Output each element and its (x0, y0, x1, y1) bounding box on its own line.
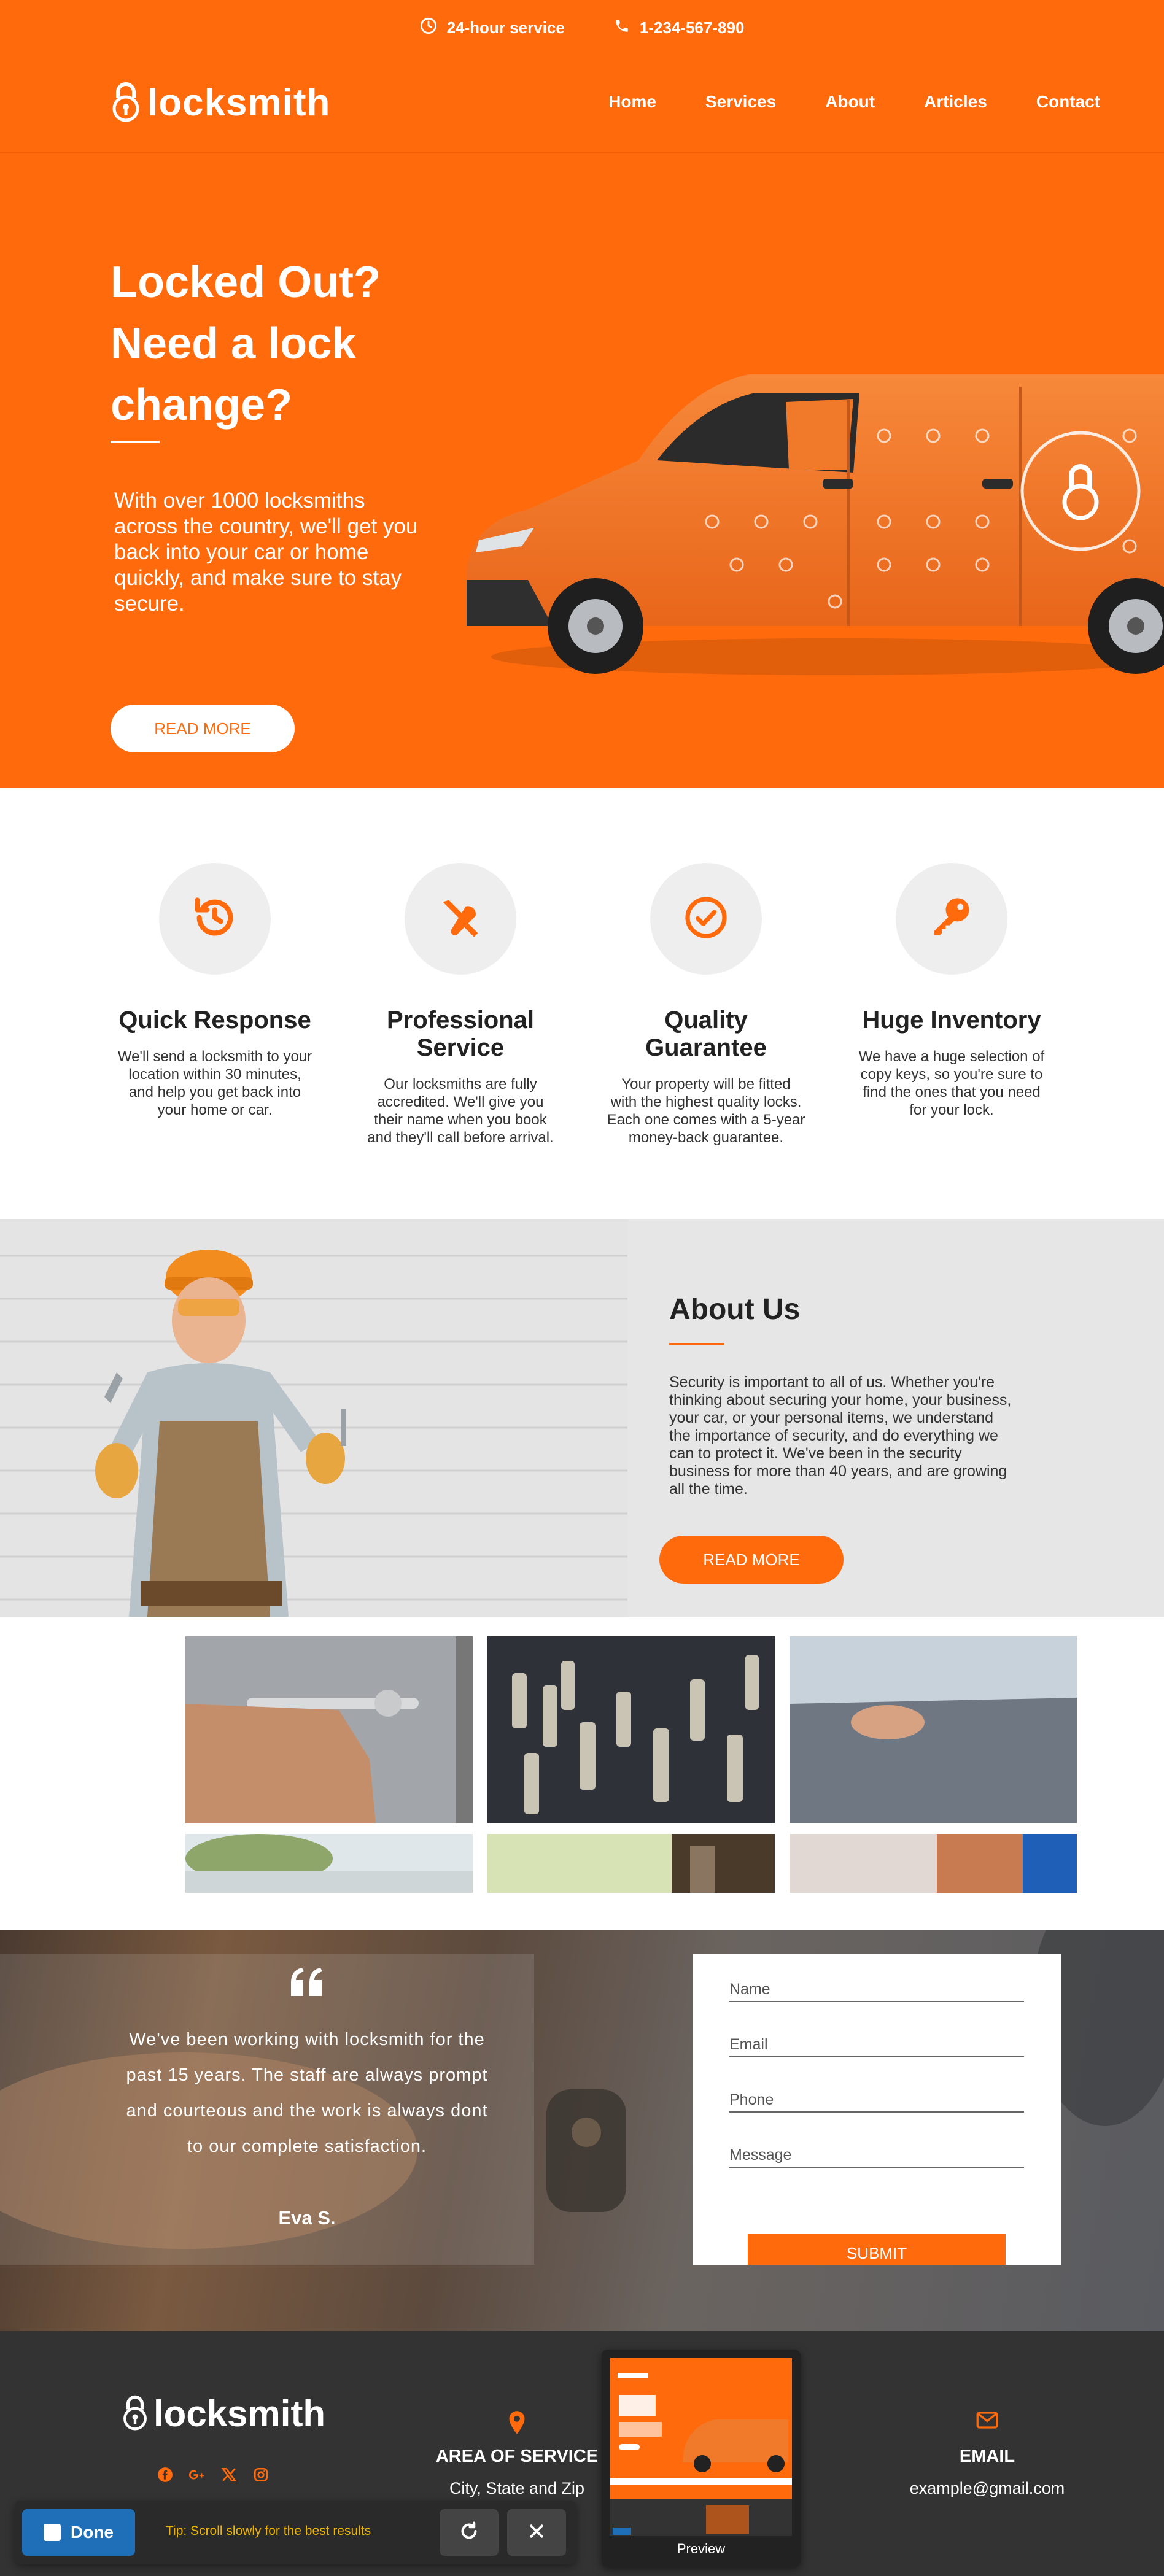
instagram-icon[interactable] (252, 2466, 270, 2483)
phone-icon (614, 18, 630, 38)
gallery-outdoor-image[interactable] (185, 1834, 473, 1893)
email-value[interactable]: example@gmail.com (877, 2479, 1098, 2498)
clock-icon (420, 17, 437, 39)
top-info-bar: 24-hour service 1-234-567-890 (0, 0, 1164, 55)
hero-section: Locked Out? Need a lock change? With ove… (0, 153, 1164, 788)
quote-icon (291, 1968, 322, 1996)
capture-toolbar: Done Tip: Scroll slowly for the best res… (15, 2501, 576, 2564)
testimonial-author: Eva S. (278, 2207, 336, 2229)
preview-thumbnail[interactable] (610, 2358, 792, 2536)
gallery-door-lock-image[interactable] (790, 1834, 1077, 1893)
done-label: Done (71, 2523, 114, 2542)
email-title: EMAIL (959, 2446, 1015, 2466)
hero-title-underline (111, 441, 160, 443)
restart-icon (458, 2520, 480, 2545)
phone-field-label: Phone (729, 2091, 774, 2108)
submit-button[interactable]: SUBMIT (748, 2234, 1006, 2265)
phone-field[interactable]: Phone (729, 2088, 1024, 2113)
site-logo[interactable]: locksmith (111, 81, 330, 125)
area-of-service-title: AREA OF SERVICE (435, 2446, 599, 2466)
restart-button[interactable] (440, 2509, 499, 2556)
feature-title: Professional Service (386, 1007, 535, 1061)
gallery-lock-closeup-image[interactable] (487, 1834, 775, 1893)
logo-text: locksmith (147, 82, 331, 124)
service-hours-text: 24-hour service (446, 18, 565, 37)
stop-square-icon (44, 2524, 61, 2541)
testimonial-section: We've been working with locksmith for th… (0, 1930, 1164, 2331)
feature-icon-circle (405, 863, 516, 975)
photo-gallery (0, 1617, 1164, 1930)
feature-icon-circle (159, 863, 271, 975)
nav-services[interactable]: Services (705, 92, 776, 112)
about-title: About Us (669, 1293, 801, 1326)
phone-number[interactable]: 1-234-567-890 (614, 18, 745, 38)
email-column: EMAIL example@gmail.com (877, 2411, 1098, 2498)
message-field-label: Message (729, 2146, 792, 2164)
feature-text: Your property will be fitted with the hi… (607, 1076, 805, 1146)
nav-home[interactable]: Home (608, 92, 656, 112)
nav-articles[interactable]: Articles (924, 92, 987, 112)
facebook-icon[interactable] (157, 2466, 174, 2483)
locksmith-worker-image (0, 1219, 627, 1617)
area-of-service-value: City, State and Zip (449, 2479, 585, 2497)
feature-title: Quick Response (118, 1007, 311, 1034)
hero-text: With over 1000 locksmiths across the cou… (114, 489, 418, 616)
feature-quality-guarantee: Quality Guarantee Your property will be … (602, 863, 810, 1147)
hero-title: Locked Out? Need a lock change? (111, 258, 381, 430)
scroll-tip: Tip: Scroll slowly for the best results (166, 2524, 371, 2538)
feature-professional-service: Professional Service Our locksmiths are … (356, 863, 565, 1147)
about-panel: About Us Security is important to all of… (627, 1219, 1164, 1617)
about-text: Security is important to all of us. Whet… (669, 1374, 1012, 1498)
preview-panel[interactable]: Preview (602, 2350, 801, 2567)
about-read-more-button[interactable]: READ MORE (659, 1536, 844, 1584)
testimonial-quote: We've been working with locksmith for th… (126, 2030, 488, 2156)
service-hours: 24-hour service (420, 17, 565, 39)
name-field[interactable]: Name (729, 1978, 1024, 2002)
close-icon (527, 2522, 546, 2543)
gallery-door-handle-image[interactable] (185, 1636, 473, 1823)
hero-read-more-button[interactable]: READ MORE (111, 705, 295, 752)
google-plus-icon[interactable] (188, 2466, 206, 2483)
name-field-label: Name (729, 1981, 770, 1998)
email-field-label: Email (729, 2036, 768, 2053)
check-circle-icon (684, 895, 728, 943)
feature-quick-response: Quick Response We'll send a locksmith to… (111, 863, 319, 1119)
nav-contact[interactable]: Contact (1036, 92, 1100, 112)
done-button[interactable]: Done (22, 2509, 135, 2556)
map-pin-icon (508, 2411, 526, 2435)
feature-text: We have a huge selection of copy keys, s… (858, 1048, 1045, 1118)
feature-text: We'll send a locksmith to your location … (117, 1048, 312, 1118)
feature-title: Huge Inventory (862, 1007, 1041, 1034)
preview-label: Preview (677, 2541, 726, 2556)
key-icon (928, 894, 975, 944)
clock-history-icon (192, 894, 238, 944)
email-field[interactable]: Email (729, 2033, 1024, 2057)
envelope-icon (976, 2411, 998, 2435)
feature-text: Our locksmiths are fully accredited. We'… (367, 1076, 554, 1146)
close-button[interactable] (507, 2509, 566, 2556)
gallery-keys-image[interactable] (487, 1636, 775, 1823)
about-title-underline (669, 1343, 724, 1345)
feature-huge-inventory: Huge Inventory We have a huge selection … (847, 863, 1056, 1119)
feature-title: Quality Guarantee (645, 1007, 767, 1061)
social-links (157, 2466, 270, 2483)
features-section: Quick Response We'll send a locksmith to… (0, 788, 1164, 1218)
gallery-car-door-image[interactable] (790, 1636, 1077, 1823)
padlock-logo-icon (111, 81, 141, 125)
area-of-service-column: AREA OF SERVICE City, State and Zip (406, 2411, 627, 2498)
feature-icon-circle (650, 863, 762, 975)
tools-icon (437, 894, 484, 944)
footer-logo[interactable]: locksmith (122, 2392, 325, 2435)
padlock-logo-icon (122, 2393, 149, 2434)
contact-form: Name Email Phone Message SUBMIT (693, 1954, 1061, 2265)
service-van-image (467, 374, 1164, 675)
message-field[interactable]: Message (729, 2143, 1024, 2168)
main-nav: Home Services About Articles Contact (559, 92, 1100, 112)
navigation-bar: locksmith Home Services About Articles C… (0, 55, 1164, 153)
x-icon[interactable] (220, 2466, 238, 2483)
phone-number-text: 1-234-567-890 (639, 18, 745, 37)
footer-logo-text: locksmith (153, 2393, 326, 2434)
nav-about[interactable]: About (825, 92, 875, 112)
feature-icon-circle (896, 863, 1007, 975)
